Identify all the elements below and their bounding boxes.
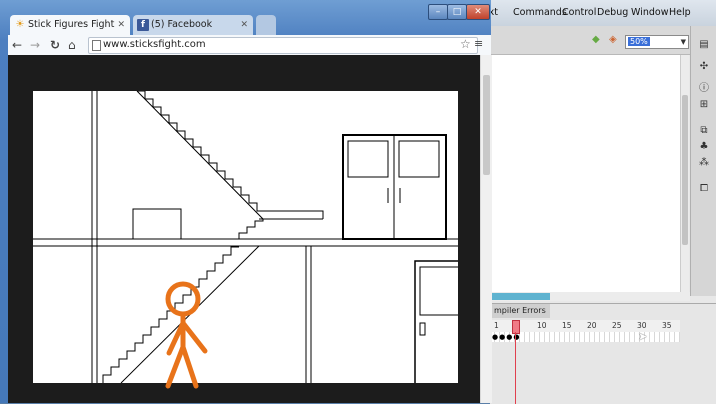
menu-control[interactable]: Control bbox=[562, 7, 596, 18]
zoom-select[interactable]: 50% ▼ bbox=[625, 35, 689, 49]
bookmark-star-icon[interactable]: ☆ bbox=[460, 37, 471, 51]
forward-button[interactable]: → bbox=[30, 37, 40, 53]
chrome-menu-icon[interactable]: ≡ bbox=[474, 37, 483, 50]
scroll-thumb[interactable] bbox=[490, 293, 550, 300]
new-tab-button[interactable] bbox=[256, 15, 276, 35]
game-scene[interactable] bbox=[33, 91, 458, 403]
page-icon bbox=[92, 40, 101, 51]
ruler-label: 15 bbox=[562, 321, 572, 330]
menu-window[interactable]: Window bbox=[631, 7, 668, 18]
tab-label: (5) Facebook bbox=[151, 19, 213, 30]
playhead-line bbox=[515, 332, 516, 404]
window-controls: – □ ✕ bbox=[428, 4, 490, 20]
playhead[interactable] bbox=[512, 320, 520, 334]
menu-help[interactable]: Help bbox=[669, 7, 691, 18]
menu-debug[interactable]: Debug bbox=[597, 7, 628, 18]
ide-panel-dock: ▤ ✣ ⓘ ⊞ ⧉ ♣ ⁂ ⧠ bbox=[690, 26, 716, 296]
browser-window: ☀ Stick Figures Fight ✕ f (5) Facebook ✕… bbox=[0, 0, 492, 403]
scroll-thumb[interactable] bbox=[682, 95, 688, 245]
site-favicon-icon: ☀ bbox=[15, 19, 25, 30]
facebook-favicon-icon: f bbox=[137, 19, 149, 31]
close-window-button[interactable]: ✕ bbox=[466, 4, 490, 20]
door-window bbox=[398, 140, 440, 178]
keyframe-dots: ●●●● bbox=[492, 333, 521, 341]
page-scrollbar[interactable] bbox=[480, 55, 492, 403]
info-icon[interactable]: ⓘ bbox=[697, 82, 711, 96]
ruler-label: 20 bbox=[587, 321, 597, 330]
desk bbox=[132, 208, 182, 240]
back-button[interactable]: ← bbox=[12, 37, 22, 53]
reload-button[interactable]: ↻ bbox=[50, 37, 60, 53]
chevron-down-icon: ▼ bbox=[680, 38, 686, 46]
transform-icon[interactable]: ⊞ bbox=[697, 98, 711, 112]
minimize-button[interactable]: – bbox=[428, 4, 448, 20]
components-icon[interactable]: ⧠ bbox=[697, 182, 711, 196]
maximize-button[interactable]: □ bbox=[447, 4, 467, 20]
swatches-icon[interactable]: ⁂ bbox=[697, 156, 711, 170]
ruler-label: 30 bbox=[637, 321, 647, 330]
scroll-thumb[interactable] bbox=[483, 75, 490, 175]
ruler-label: 25 bbox=[612, 321, 622, 330]
menu-commands[interactable]: Commands bbox=[513, 7, 567, 18]
close-tab-icon[interactable]: ✕ bbox=[240, 15, 248, 35]
tab-compiler-errors[interactable]: mpiler Errors bbox=[490, 304, 550, 318]
ide-stage[interactable] bbox=[490, 55, 680, 292]
tab-stick-figures-fight[interactable]: ☀ Stick Figures Fight ✕ bbox=[10, 15, 130, 35]
ruler-label: 1 bbox=[494, 321, 499, 330]
align-icon[interactable]: ⧉ bbox=[697, 124, 711, 138]
tab-label: Stick Figures Fight bbox=[28, 19, 115, 30]
address-bar[interactable]: www.sticksfight.com ☆ bbox=[88, 37, 478, 54]
browser-toolbar: ← → ↻ ⌂ www.sticksfight.com ☆ ≡ bbox=[8, 35, 491, 55]
mouse-cursor-icon: ➤ bbox=[638, 330, 648, 343]
home-button[interactable]: ⌂ bbox=[68, 37, 76, 53]
close-tab-icon[interactable]: ✕ bbox=[117, 15, 125, 35]
ruler-label: 35 bbox=[662, 321, 672, 330]
door-window bbox=[419, 266, 458, 316]
zoom-value: 50% bbox=[628, 37, 650, 46]
color-icon[interactable]: ♣ bbox=[697, 140, 711, 154]
ruler-label: 10 bbox=[537, 321, 547, 330]
page-viewport bbox=[8, 55, 480, 403]
url-text: www.sticksfight.com bbox=[103, 39, 206, 50]
scene-floor bbox=[33, 383, 458, 403]
door-window bbox=[347, 140, 389, 178]
door-handle bbox=[419, 322, 426, 336]
library-icon[interactable]: ✣ bbox=[697, 60, 711, 74]
properties-icon[interactable]: ▤ bbox=[697, 38, 711, 52]
ide-horizontal-scrollbar[interactable] bbox=[490, 292, 690, 301]
timeline-panel: mpiler Errors 1 5 10 15 20 25 30 35 ●●●●… bbox=[490, 303, 716, 404]
ide-vertical-scrollbar[interactable] bbox=[680, 55, 689, 292]
edit-scene-icon[interactable]: ◈ bbox=[609, 34, 617, 45]
tab-facebook[interactable]: f (5) Facebook ✕ bbox=[133, 15, 253, 35]
edit-symbol-icon[interactable]: ◆ bbox=[592, 34, 600, 45]
